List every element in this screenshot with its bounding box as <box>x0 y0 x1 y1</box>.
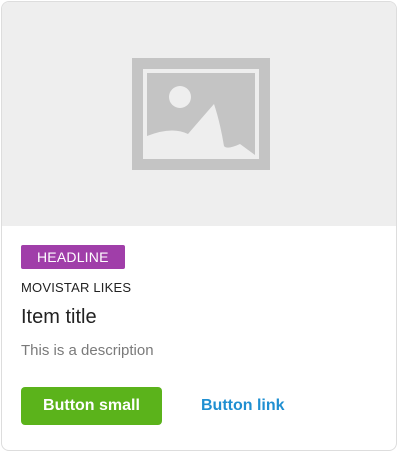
card-media <box>2 2 396 226</box>
item-title: Item title <box>21 306 97 328</box>
image-placeholder-icon <box>132 58 270 170</box>
button-link[interactable]: Button link <box>201 397 285 415</box>
headline-tag: HEADLINE <box>21 245 125 269</box>
button-small[interactable]: Button small <box>21 387 162 425</box>
pretitle: MOVISTAR LIKES <box>21 280 132 295</box>
media-card: HEADLINE MOVISTAR LIKES Item title This … <box>1 1 397 451</box>
card-actions: Button small Button link <box>21 387 285 425</box>
item-description: This is a description <box>21 342 154 359</box>
card-content: HEADLINE MOVISTAR LIKES Item title This … <box>21 245 377 359</box>
